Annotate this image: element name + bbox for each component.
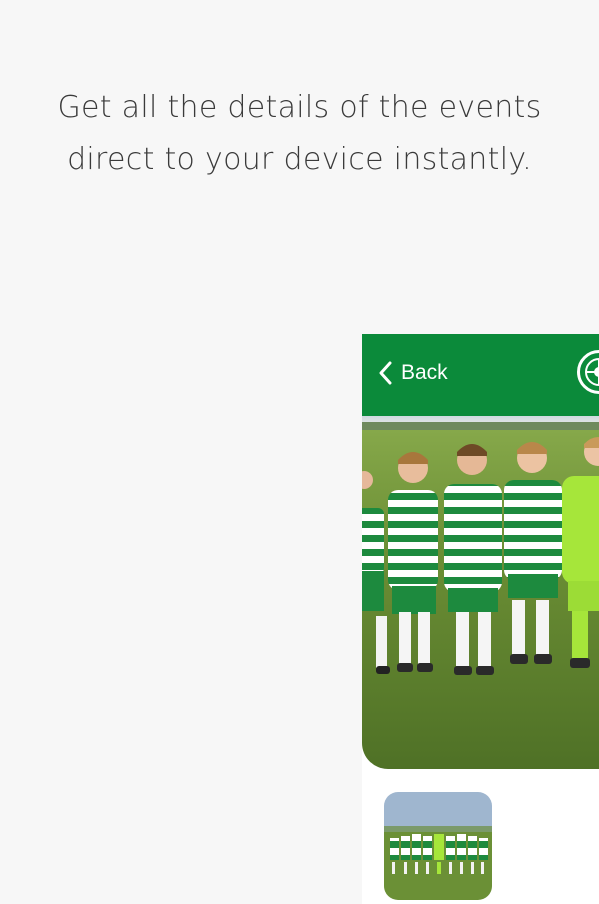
app-header: Back [362, 334, 599, 416]
team-photo-thumbnail[interactable] [384, 792, 492, 900]
phone-mockup: Back [362, 334, 599, 904]
intro-headline: Get all the details of the events direct… [0, 82, 599, 186]
team-photo [362, 416, 599, 769]
back-button[interactable]: Back [378, 361, 448, 385]
chevron-left-icon [379, 361, 392, 385]
intro-line-2: direct to your device instantly. [67, 142, 532, 177]
intro-line-1: Get all the details of the events [57, 90, 542, 125]
club-crest-icon [577, 350, 599, 394]
back-label: Back [401, 361, 448, 384]
